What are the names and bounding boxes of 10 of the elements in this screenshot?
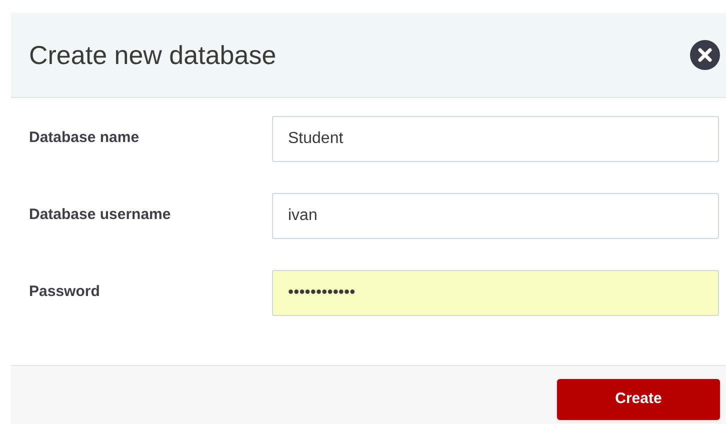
input-field[interactable]: •••••••••••• — [272, 270, 719, 316]
input-field[interactable]: Student — [272, 116, 719, 162]
dialog-title: Create new database — [29, 38, 276, 72]
close-icon — [698, 48, 712, 62]
field-label: Database username — [28, 204, 172, 225]
field-label: Password — [28, 282, 101, 302]
create-button[interactable]: Create — [557, 379, 720, 420]
field-label: Database name — [28, 128, 140, 148]
close-button[interactable] — [690, 40, 720, 70]
input-field[interactable]: ivan — [272, 193, 719, 239]
